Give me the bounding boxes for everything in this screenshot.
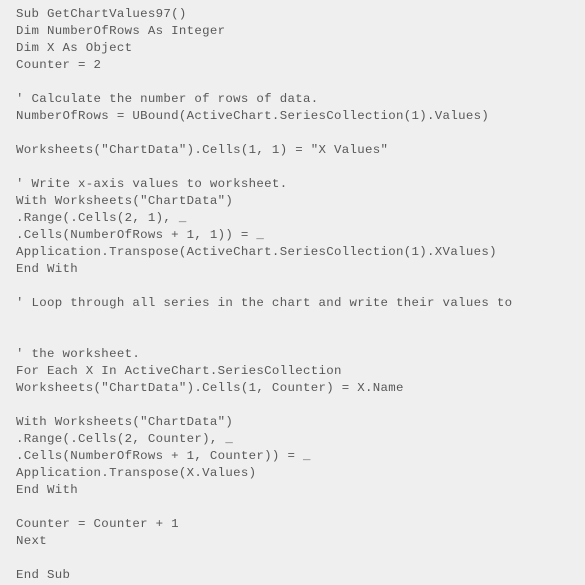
code-line: ' Loop through all series in the chart a… <box>16 296 513 310</box>
code-line: ' Calculate the number of rows of data. <box>16 92 319 106</box>
code-line: .Cells(NumberOfRows + 1, 1)) = _ <box>16 228 265 242</box>
code-line: Next <box>16 534 48 548</box>
code-line: End With <box>16 483 79 497</box>
code-line: Worksheets("ChartData").Cells(1, 1) = "X… <box>16 143 389 157</box>
code-line: ' Write x-axis values to worksheet. <box>16 177 288 191</box>
code-line: Dim X As Object <box>16 41 133 55</box>
code-line: Counter = Counter + 1 <box>16 517 179 531</box>
code-line: End With <box>16 262 79 276</box>
code-line: Application.Transpose(X.Values) <box>16 466 257 480</box>
code-line: .Cells(NumberOfRows + 1, Counter)) = _ <box>16 449 311 463</box>
code-listing: Sub GetChartValues97() Dim NumberOfRows A… <box>0 0 585 585</box>
code-line: With Worksheets("ChartData") <box>16 415 234 429</box>
code-line: Worksheets("ChartData").Cells(1, Counter… <box>16 381 404 395</box>
code-line: NumberOfRows = UBound(ActiveChart.Series… <box>16 109 490 123</box>
code-line: Application.Transpose(ActiveChart.Series… <box>16 245 497 259</box>
code-line: .Range(.Cells(2, Counter), _ <box>16 432 234 446</box>
code-line: With Worksheets("ChartData") <box>16 194 234 208</box>
code-line: Dim NumberOfRows As Integer <box>16 24 226 38</box>
code-line: Sub GetChartValues97() <box>16 7 187 21</box>
code-line: Counter = 2 <box>16 58 102 72</box>
code-line: End Sub <box>16 568 71 582</box>
code-line: For Each X In ActiveChart.SeriesCollecti… <box>16 364 342 378</box>
code-line: .Range(.Cells(2, 1), _ <box>16 211 187 225</box>
code-line: ' the worksheet. <box>16 347 141 361</box>
